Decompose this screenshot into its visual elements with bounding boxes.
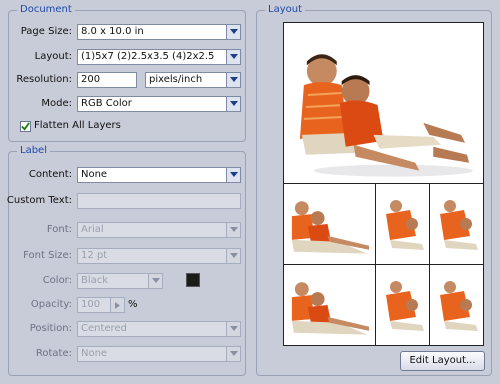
children-photo-image <box>376 184 429 264</box>
position-label: Position: <box>29 323 72 334</box>
chevron-down-icon <box>226 50 240 64</box>
chevron-down-icon <box>226 347 240 361</box>
color-swatch[interactable] <box>186 273 200 287</box>
font-size-label: Font Size: <box>23 250 72 261</box>
layout-select[interactable]: (1)5x7 (2)2.5x3.5 (4)2x2.5 <box>77 49 241 65</box>
resolution-label: Resolution: <box>16 74 72 85</box>
children-photo-image <box>430 184 483 264</box>
label-group-title: Label <box>17 145 50 157</box>
chevron-down-icon <box>226 168 240 182</box>
mode-label: Mode: <box>41 98 72 109</box>
opacity-label: Opacity: <box>30 299 72 310</box>
chevron-down-icon <box>226 97 240 111</box>
layout-group-title: Layout <box>265 4 305 16</box>
chevron-right-icon <box>115 301 120 309</box>
color-label: Color: <box>42 275 72 286</box>
photo-large-5x7 <box>283 22 484 184</box>
chevron-down-icon <box>148 274 162 288</box>
children-photo-image <box>284 265 375 345</box>
font-select[interactable]: Arial <box>77 222 241 238</box>
layout-label: Layout: <box>34 51 72 62</box>
opacity-slider-toggle[interactable] <box>110 298 124 312</box>
children-photo-image <box>376 265 429 345</box>
photo-small-2 <box>429 183 484 265</box>
content-select[interactable]: None <box>77 167 241 183</box>
chevron-down-icon <box>226 322 240 336</box>
rotate-label: Rotate: <box>35 348 72 359</box>
checkmark-icon <box>21 122 30 131</box>
children-photo-image <box>284 23 483 183</box>
flatten-layers-checkbox[interactable] <box>20 121 31 132</box>
edit-layout-button[interactable]: Edit Layout... <box>400 351 485 371</box>
font-label: Font: <box>46 224 72 235</box>
position-select[interactable]: Centered <box>77 321 241 337</box>
chevron-down-icon <box>226 73 240 87</box>
page-size-select[interactable]: 8.0 x 10.0 in <box>77 24 241 40</box>
mode-select[interactable]: RGB Color <box>77 96 241 112</box>
opacity-unit: % <box>128 299 138 310</box>
color-select[interactable]: Black <box>77 273 163 289</box>
page-size-label: Page Size: <box>20 26 72 37</box>
chevron-down-icon <box>226 25 240 39</box>
resolution-input[interactable]: 200 <box>77 72 137 88</box>
children-photo-image <box>284 184 375 264</box>
photo-small-1 <box>375 183 430 265</box>
opacity-input[interactable]: 100 <box>77 297 125 313</box>
custom-text-label: Custom Text: <box>6 195 72 206</box>
photo-small-4 <box>429 264 484 346</box>
chevron-down-icon <box>226 249 240 263</box>
font-size-select[interactable]: 12 pt <box>77 248 241 264</box>
content-label: Content: <box>28 169 72 180</box>
document-group-title: Document <box>17 4 75 16</box>
resolution-unit-select[interactable]: pixels/inch <box>145 72 241 88</box>
rotate-select[interactable]: None <box>77 346 241 362</box>
chevron-down-icon <box>226 223 240 237</box>
flatten-layers-label: Flatten All Layers <box>34 120 121 131</box>
custom-text-input[interactable] <box>77 193 241 209</box>
photo-small-3 <box>375 264 430 346</box>
children-photo-image <box>430 265 483 345</box>
photo-medium-1 <box>283 183 376 265</box>
photo-medium-2 <box>283 264 376 346</box>
